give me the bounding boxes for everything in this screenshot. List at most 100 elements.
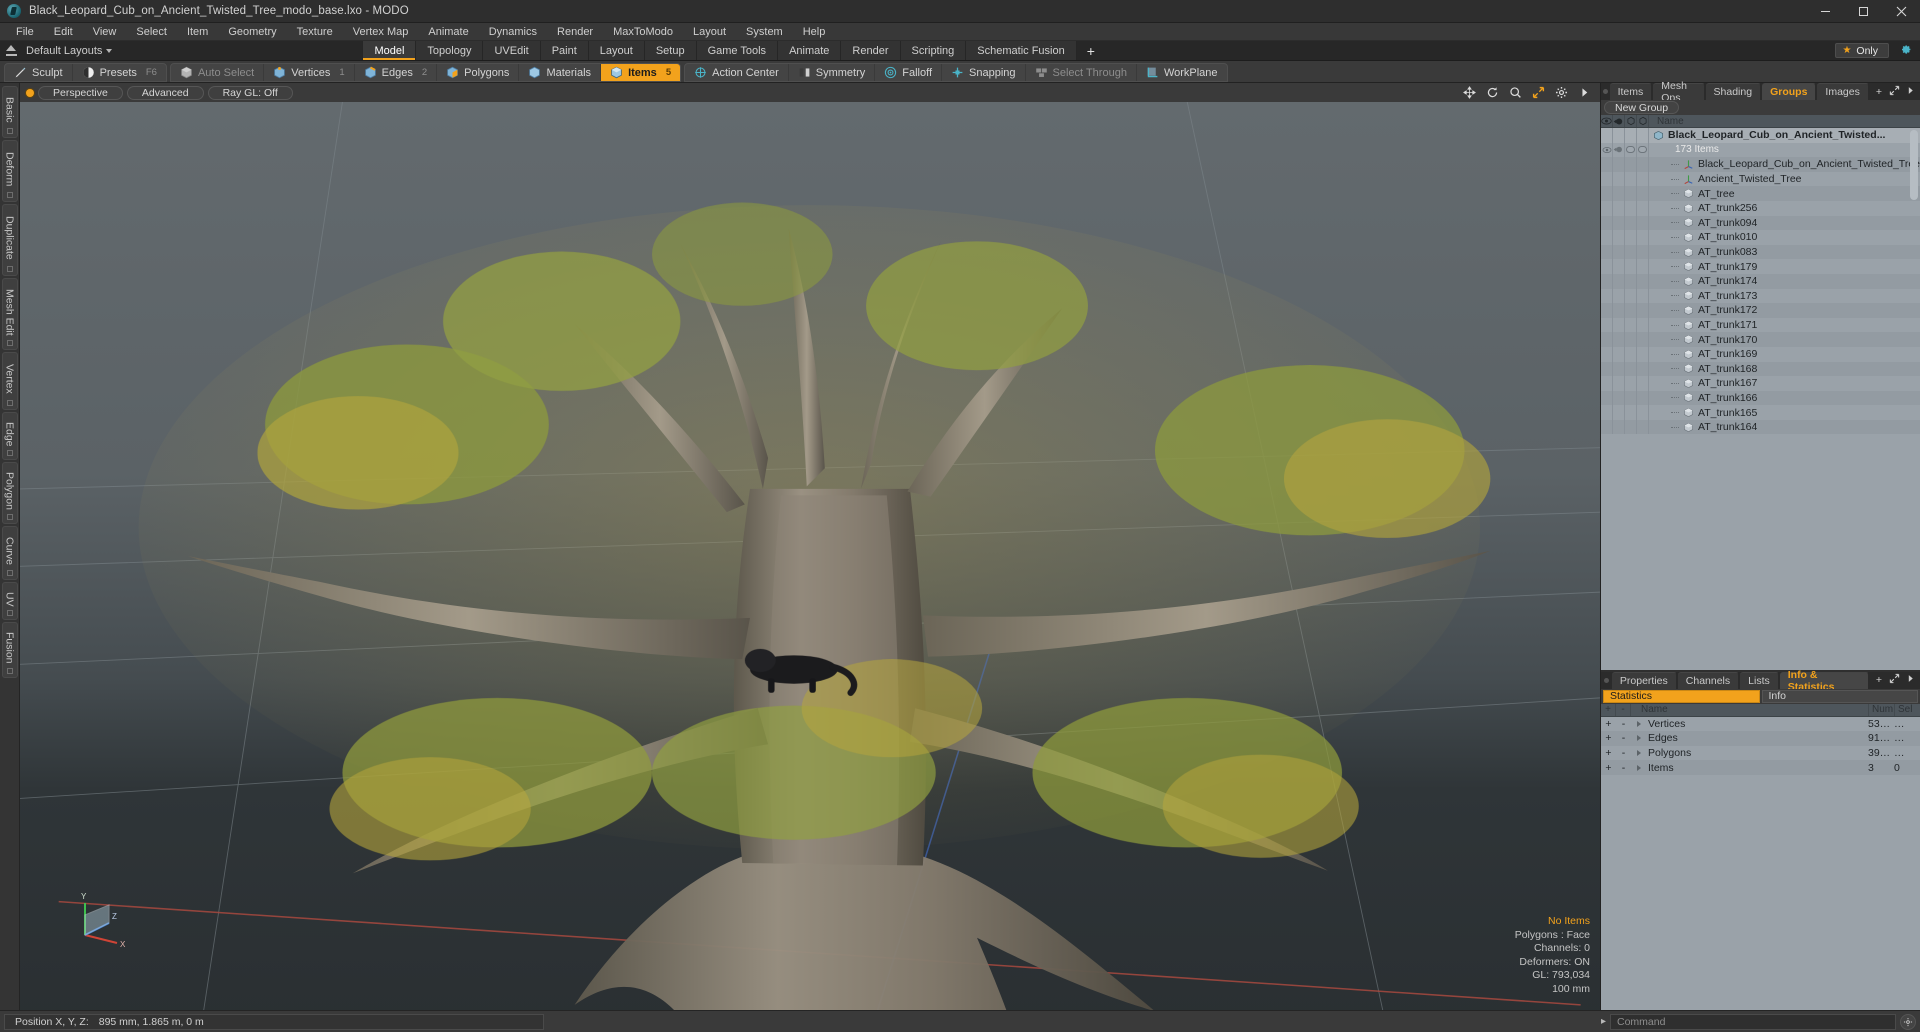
gear-icon[interactable] (1554, 86, 1568, 100)
list-item[interactable]: AT_trunk094 (1601, 215, 1920, 231)
layout-tab-paint[interactable]: Paint (540, 41, 589, 60)
groups-item-list[interactable]: Black_Leopard_Cub_on_Ancient_Twisted... … (1601, 128, 1920, 670)
settings-gear-icon[interactable] (1899, 43, 1912, 59)
close-button[interactable] (1882, 0, 1920, 23)
layout-tab-layout[interactable]: Layout (588, 41, 645, 60)
viewport-3d[interactable]: Y X Z No Items Polygons : Face Channels:… (20, 102, 1600, 1010)
list-item[interactable]: AT_trunk164 (1601, 419, 1920, 435)
menu-layout[interactable]: Layout (683, 23, 736, 41)
stats-row-minus-button[interactable]: - (1616, 718, 1631, 730)
panel-tab-groups[interactable]: Groups (1762, 83, 1817, 100)
symmetry-button[interactable]: Symmetry (789, 64, 876, 81)
stats-row-minus-button[interactable]: - (1616, 747, 1631, 759)
stats-menu-arrow-icon[interactable] (1906, 674, 1915, 686)
list-item[interactable]: Ancient_Twisted_Tree (1601, 171, 1920, 187)
list-item[interactable]: AT_trunk167 (1601, 376, 1920, 391)
menu-item[interactable]: Item (177, 23, 218, 41)
list-item[interactable]: AT_trunk170 (1601, 332, 1920, 347)
workplane-button[interactable]: WorkPlane (1137, 64, 1227, 81)
list-item[interactable]: AT_trunk166 (1601, 390, 1920, 406)
action-center-button[interactable]: Action Center (685, 64, 789, 81)
maximize-button[interactable] (1844, 0, 1882, 23)
menu-vertex-map[interactable]: Vertex Map (343, 23, 419, 41)
stats-row-plus-button[interactable]: + (1601, 732, 1616, 744)
list-item[interactable]: Black_Leopard_Cub_on_Ancient_Twisted_Tre… (1601, 157, 1920, 172)
expand-triangle-icon[interactable] (1637, 750, 1641, 757)
model-black-leopard-cub-on-ancient-twisted-tree[interactable] (20, 102, 1600, 1010)
menu-maxtomodo[interactable]: MaxToModo (603, 23, 683, 41)
viewport-indicator-dot[interactable] (26, 88, 34, 97)
row-select-toggle[interactable] (1637, 128, 1649, 143)
stats-tab-lists[interactable]: Lists (1740, 671, 1779, 689)
layout-tab-uvedit[interactable]: UVEdit (483, 41, 541, 60)
menu-file[interactable]: File (6, 23, 44, 41)
layout-tab-render[interactable]: Render (841, 41, 901, 60)
list-item[interactable]: AT_trunk010 (1601, 230, 1920, 245)
layout-tab-animate[interactable]: Animate (778, 41, 842, 60)
snapping-button[interactable]: Snapping (942, 64, 1026, 81)
list-item[interactable]: AT_trunk179 (1601, 259, 1920, 274)
edges-button[interactable]: Edges 2 (355, 64, 438, 81)
polygons-button[interactable]: Polygons (437, 64, 520, 81)
expand-triangle-icon[interactable] (1637, 720, 1641, 727)
left-tab-basic[interactable]: Basic (1, 86, 18, 138)
left-tab-duplicate[interactable]: Duplicate (1, 204, 18, 276)
layout-tab-setup[interactable]: Setup (644, 41, 697, 60)
layout-tab-topology[interactable]: Topology (416, 41, 484, 60)
list-item[interactable]: AT_tree (1601, 186, 1920, 201)
only-toggle[interactable]: ★ Only (1835, 43, 1889, 58)
table-row[interactable]: + - Polygons 39… … (1601, 746, 1920, 761)
auto-select-button[interactable]: Auto Select (171, 64, 265, 81)
menu-texture[interactable]: Texture (287, 23, 343, 41)
presets-button[interactable]: Presets F6 (73, 64, 166, 81)
layout-tab-game-tools[interactable]: Game Tools (696, 41, 779, 60)
panel-menu-arrow-icon[interactable] (1906, 86, 1915, 98)
expand-triangle-icon[interactable] (1637, 764, 1641, 771)
row-render-toggle[interactable] (1613, 128, 1625, 143)
row-lock-toggle[interactable] (1625, 128, 1637, 143)
sub-tab-info[interactable]: Info (1761, 689, 1918, 703)
panel-tab-images[interactable]: Images (1817, 83, 1869, 100)
stats-tab-channels[interactable]: Channels (1677, 671, 1740, 689)
expand-triangle-icon[interactable] (1637, 735, 1641, 742)
items-button[interactable]: Items 5 (601, 64, 681, 81)
viewport-raygl-toggle[interactable]: Ray GL: Off (207, 85, 293, 100)
count-row-select-toggle[interactable] (1637, 142, 1649, 158)
left-tab-polygon[interactable]: Polygon (1, 462, 18, 524)
panel-expand-icon[interactable] (1889, 85, 1900, 99)
layout-tab-model[interactable]: Model (362, 41, 417, 60)
left-tab-deform[interactable]: Deform (1, 140, 18, 202)
new-group-button[interactable]: New Group (1604, 101, 1680, 114)
list-item[interactable]: AT_trunk168 (1601, 361, 1920, 377)
group-header-row[interactable]: Black_Leopard_Cub_on_Ancient_Twisted... (1601, 128, 1920, 143)
stats-row-plus-button[interactable]: + (1601, 747, 1616, 759)
panel-add-tab-button[interactable]: + (1870, 83, 1888, 100)
menu-geometry[interactable]: Geometry (218, 23, 286, 41)
list-item[interactable]: AT_trunk083 (1601, 244, 1920, 260)
minimize-button[interactable] (1806, 0, 1844, 23)
sculpt-button[interactable]: Sculpt (5, 64, 73, 81)
list-item[interactable]: AT_trunk165 (1601, 405, 1920, 420)
table-row[interactable]: + - Edges 91… … (1601, 731, 1920, 746)
menu-system[interactable]: System (736, 23, 793, 41)
menu-animate[interactable]: Animate (418, 23, 478, 41)
menu-help[interactable]: Help (793, 23, 836, 41)
left-tab-fusion[interactable]: Fusion (1, 622, 18, 678)
menu-select[interactable]: Select (126, 23, 177, 41)
stats-row-minus-button[interactable]: - (1616, 732, 1631, 744)
stats-row-plus-button[interactable]: + (1601, 762, 1616, 774)
move-icon[interactable] (1462, 86, 1476, 100)
row-visibility-toggle[interactable] (1601, 128, 1613, 143)
left-tab-uv[interactable]: UV (1, 582, 18, 620)
rotate-icon[interactable] (1485, 86, 1499, 100)
list-item[interactable]: AT_trunk174 (1601, 273, 1920, 289)
falloff-button[interactable]: Falloff (875, 64, 943, 81)
count-row-render-toggle[interactable] (1613, 142, 1625, 158)
viewport-mode-perspective[interactable]: Perspective (38, 85, 123, 100)
list-item[interactable]: AT_trunk172 (1601, 303, 1920, 318)
left-tab-curve[interactable]: Curve (1, 526, 18, 580)
left-tab-edge[interactable]: Edge (1, 412, 18, 460)
menu-view[interactable]: View (83, 23, 127, 41)
list-item[interactable]: AT_trunk169 (1601, 346, 1920, 362)
menu-dynamics[interactable]: Dynamics (479, 23, 547, 41)
